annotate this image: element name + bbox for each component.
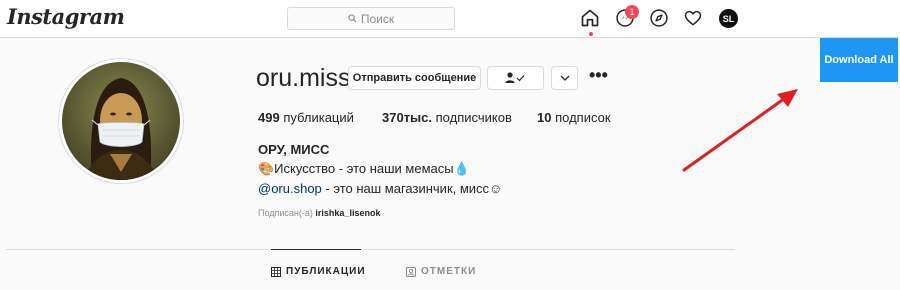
tagged-person-icon xyxy=(406,266,416,277)
following-stat[interactable]: 10 подписок xyxy=(537,110,611,125)
grid-icon xyxy=(271,266,281,277)
top-navigation-bar: Instagram Поиск 1 SL xyxy=(0,0,900,38)
tabs-divider xyxy=(6,249,735,250)
search-input[interactable]: Поиск xyxy=(287,7,455,30)
instagram-logo[interactable]: Instagram xyxy=(7,4,125,29)
followers-count: 370тыс. xyxy=(382,110,433,125)
search-placeholder: Поиск xyxy=(360,11,395,26)
posts-label: публикаций xyxy=(283,110,354,125)
profile-picture-image xyxy=(62,62,180,180)
profile-full-name: ОРУ, МИСС xyxy=(258,142,330,157)
profile-username: oru.miss xyxy=(256,64,351,92)
search-icon xyxy=(348,14,357,23)
explore-compass-icon[interactable] xyxy=(648,7,670,29)
followed-by-prefix: Подписан(-а) xyxy=(258,208,313,218)
home-active-dot xyxy=(589,32,593,36)
suggested-dropdown-button[interactable] xyxy=(551,66,578,90)
followed-by-user-link[interactable]: irishka_lisenok xyxy=(315,208,380,218)
followers-label: подписчиков xyxy=(435,110,512,125)
followed-by: Подписан(-а) irishka_lisenok xyxy=(258,208,380,218)
followers-stat[interactable]: 370тыс. подписчиков xyxy=(382,110,512,125)
red-arrow-annotation xyxy=(682,89,798,172)
user-avatar[interactable]: SL xyxy=(719,9,738,28)
chevron-down-icon xyxy=(560,75,569,81)
tab-posts-label: ПУБЛИКАЦИИ xyxy=(286,266,366,277)
tab-posts[interactable]: ПУБЛИКАЦИИ xyxy=(271,266,366,277)
bio-line-2-text: - это наш магазинчик, мисс☺ xyxy=(321,181,503,196)
posts-count: 499 xyxy=(258,110,280,125)
send-message-button[interactable]: Отправить сообщение xyxy=(348,66,481,90)
following-button[interactable] xyxy=(487,66,544,90)
bio-line-1: 🎨Искусство - это наши мемасы💧 xyxy=(258,161,470,176)
shop-link[interactable]: @oru.shop xyxy=(258,181,322,196)
person-check-icon xyxy=(505,72,524,83)
more-options-icon[interactable]: ••• xyxy=(589,66,608,84)
profile-picture[interactable] xyxy=(58,58,184,184)
download-all-button[interactable]: Download All xyxy=(820,38,898,82)
home-icon[interactable] xyxy=(579,7,601,29)
messenger-badge: 1 xyxy=(625,5,639,19)
bio-line-2: @oru.shop - это наш магазинчик, мисс☺ xyxy=(258,181,502,196)
following-count: 10 xyxy=(537,110,552,125)
active-tab-indicator xyxy=(271,249,361,250)
activity-heart-icon[interactable] xyxy=(682,7,704,29)
tab-tagged-label: ОТМЕТКИ xyxy=(421,266,477,277)
following-label: подписок xyxy=(555,110,611,125)
tab-tagged[interactable]: ОТМЕТКИ xyxy=(406,266,476,277)
posts-stat: 499 публикаций xyxy=(258,110,354,125)
